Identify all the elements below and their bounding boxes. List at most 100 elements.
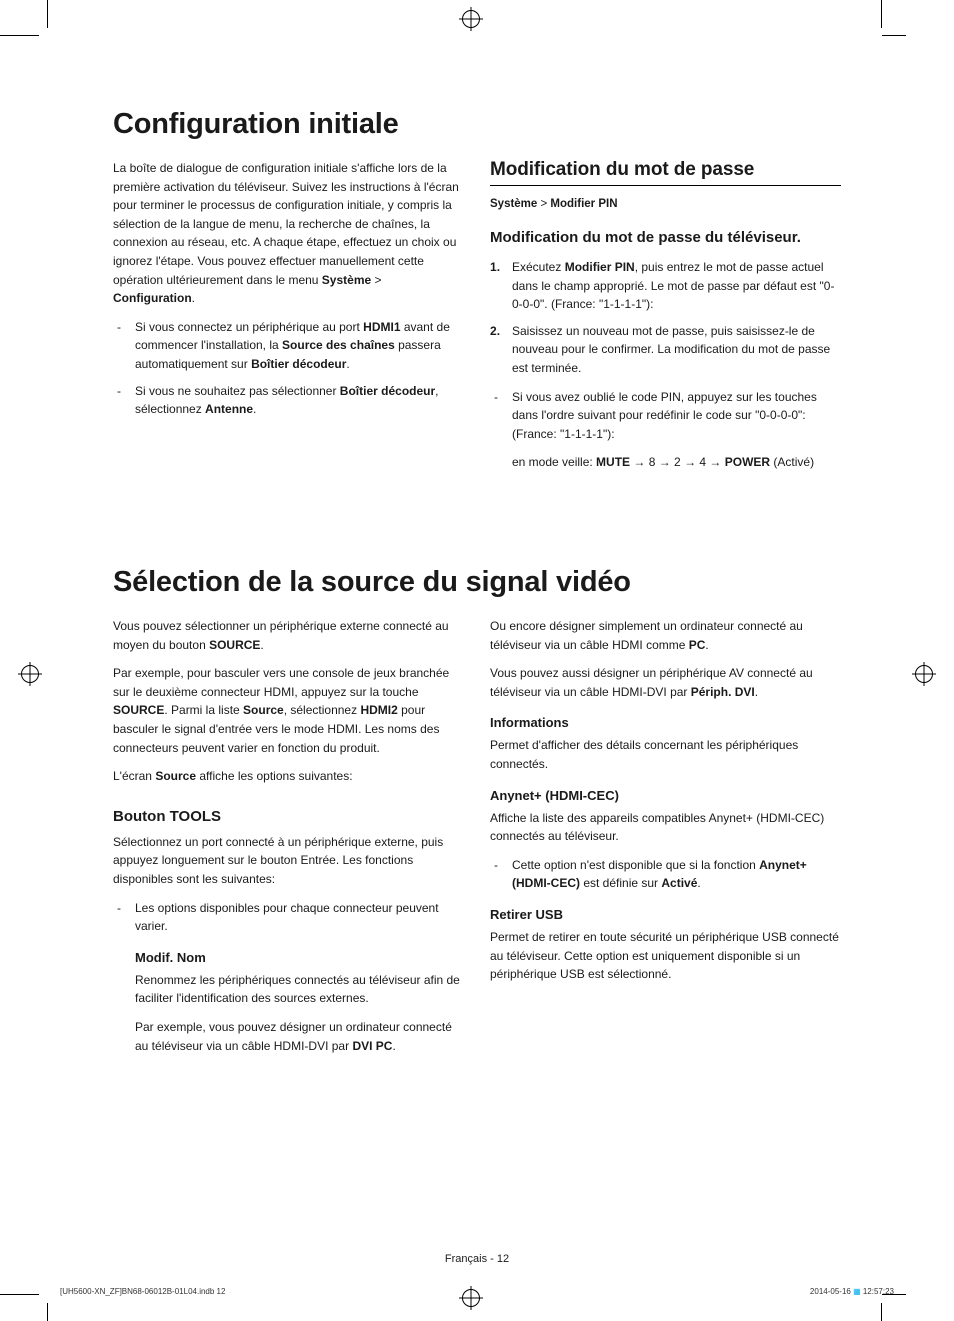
- intro-paragraph: La boîte de dialogue de configuration in…: [113, 159, 464, 308]
- label-hdmi1: HDMI1: [363, 320, 400, 334]
- paragraph: Affiche la liste des appareils compatibl…: [490, 809, 841, 846]
- label-source-chaines: Source des chaînes: [282, 338, 395, 352]
- color-chip-icon: ▦: [853, 1287, 863, 1296]
- paragraph: Par exemple, pour basculer vers une cons…: [113, 664, 464, 757]
- section1-col-right: Modification du mot de passe Système > M…: [490, 159, 841, 482]
- label-source-btn: SOURCE: [113, 703, 164, 717]
- list-item: Saisissez un nouveau mot de passe, puis …: [508, 322, 841, 378]
- crop-mark: [881, 1303, 882, 1321]
- list-item: Si vous ne souhaitez pas sélectionner Bo…: [131, 382, 464, 419]
- label-systeme: Système: [322, 273, 371, 287]
- heading-modif-mdp: Modification du mot de passe: [490, 159, 841, 186]
- label-dvi-pc: DVI PC: [352, 1039, 392, 1053]
- crop-mark: [881, 0, 882, 28]
- text: .: [755, 685, 758, 699]
- text: .: [392, 1039, 395, 1053]
- paragraph: Vous pouvez aussi désigner un périphériq…: [490, 664, 841, 701]
- heading-retirer-usb: Retirer USB: [490, 907, 841, 922]
- tools-bullets: Les options disponibles pour chaque conn…: [113, 899, 464, 936]
- text: Saisissez un nouveau mot de passe, puis …: [512, 324, 830, 375]
- crop-mark: [0, 35, 39, 36]
- label-source-btn: SOURCE: [209, 638, 260, 652]
- label-periph-dvi: Périph. DVI: [691, 685, 755, 699]
- registration-mark-icon: [915, 665, 933, 683]
- text: Si vous avez oublié le code PIN, appuyez…: [512, 390, 817, 441]
- paragraph: Permet d'afficher des détails concernant…: [490, 736, 841, 773]
- footer-timestamp: 2014-05-16 ▦ 12:57:23: [810, 1287, 894, 1296]
- crop-mark: [882, 35, 906, 36]
- text: .: [705, 638, 708, 652]
- text: L'écran: [113, 769, 155, 783]
- label-pc: PC: [689, 638, 706, 652]
- text: .: [192, 291, 195, 305]
- section-title-configuration: Configuration initiale: [113, 108, 841, 141]
- list-item: Les options disponibles pour chaque conn…: [131, 899, 464, 936]
- modif-nom-block: Modif. Nom Renommez les périphériques co…: [135, 950, 464, 1055]
- text: Cette option n'est disponible que si la …: [512, 858, 759, 872]
- label-boitier: Boîtier décodeur: [251, 357, 346, 371]
- text: est définie sur: [580, 876, 661, 890]
- text: .: [697, 876, 700, 890]
- breadcrumb-sep: >: [537, 198, 550, 210]
- registration-mark-icon: [21, 665, 39, 683]
- subheading-modif-mdp-tv: Modification du mot de passe du télévise…: [490, 228, 841, 248]
- section-title-selection-source: Sélection de la source du signal vidéo: [113, 566, 841, 599]
- list-item: Exécutez Modifier PIN, puis entrez le mo…: [508, 258, 841, 314]
- section1-col-left: La boîte de dialogue de configuration in…: [113, 159, 464, 482]
- intro-text: La boîte de dialogue de configuration in…: [113, 161, 459, 287]
- label-hdmi2: HDMI2: [360, 703, 397, 717]
- crop-mark: [47, 1303, 48, 1321]
- text: en mode veille:: [512, 455, 596, 469]
- text: Si vous ne souhaitez pas sélectionner: [135, 384, 340, 398]
- heading-tools: Bouton TOOLS: [113, 808, 464, 825]
- section2-col-left: Vous pouvez sélectionner un périphérique…: [113, 617, 464, 1065]
- heading-informations: Informations: [490, 715, 841, 730]
- intro-bullets: Si vous connectez un périphérique au por…: [113, 318, 464, 419]
- text: Par exemple, pour basculer vers une cons…: [113, 666, 449, 699]
- crop-mark: [47, 0, 48, 28]
- footer-filename: [UH5600-XN_ZF]BN68-06012B-01L04.indb 12: [60, 1287, 225, 1296]
- text: .: [346, 357, 349, 371]
- label-configuration: Configuration: [113, 291, 192, 305]
- label-antenne: Antenne: [205, 402, 253, 416]
- label-source: Source: [155, 769, 196, 783]
- paragraph: Permet de retirer en toute sécurité un p…: [490, 928, 841, 984]
- text: , sélectionnez: [284, 703, 361, 717]
- label-modifier-pin: Modifier PIN: [565, 260, 635, 274]
- page-footer: Français - 12: [0, 1253, 954, 1265]
- breadcrumb-modifier-pin: Modifier PIN: [550, 198, 617, 210]
- registration-mark-icon: [462, 10, 480, 28]
- key-sequence: → 8 → 2 → 4 →: [630, 455, 725, 469]
- paragraph: Vous pouvez sélectionner un périphérique…: [113, 617, 464, 654]
- label-mute: MUTE: [596, 455, 630, 469]
- tools-desc: Sélectionnez un port connecté à un périp…: [113, 833, 464, 889]
- list-item: Si vous avez oublié le code PIN, appuyez…: [508, 388, 841, 444]
- text: Ou encore désigner simplement un ordinat…: [490, 619, 803, 652]
- crop-mark: [0, 1294, 39, 1295]
- forgot-bullet: Si vous avez oublié le code PIN, appuyez…: [490, 388, 841, 444]
- paragraph: Renommez les périphériques connectés au …: [135, 971, 464, 1008]
- page-content: Configuration initiale La boîte de dialo…: [113, 108, 841, 1065]
- heading-anynet: Anynet+ (HDMI-CEC): [490, 788, 841, 803]
- footer-date: 2014-05-16: [810, 1287, 853, 1296]
- text: affiche les options suivantes:: [196, 769, 353, 783]
- document-page: Configuration initiale La boîte de dialo…: [0, 0, 954, 1321]
- text: Si vous connectez un périphérique au por…: [135, 320, 363, 334]
- password-steps: Exécutez Modifier PIN, puis entrez le mo…: [490, 258, 841, 378]
- section2-col-right: Ou encore désigner simplement un ordinat…: [490, 617, 841, 1065]
- text: .: [253, 402, 256, 416]
- label-active: Activé: [661, 876, 697, 890]
- paragraph: Ou encore désigner simplement un ordinat…: [490, 617, 841, 654]
- breadcrumb: Système > Modifier PIN: [490, 196, 841, 214]
- section1-columns: La boîte de dialogue de configuration in…: [113, 159, 841, 482]
- heading-modif-nom: Modif. Nom: [135, 950, 464, 965]
- paragraph: Par exemple, vous pouvez désigner un ord…: [135, 1018, 464, 1055]
- label-source: Source: [243, 703, 284, 717]
- paragraph: L'écran Source affiche les options suiva…: [113, 767, 464, 786]
- text: Vous pouvez aussi désigner un périphériq…: [490, 666, 813, 699]
- breadcrumb-systeme: Système: [490, 198, 537, 210]
- registration-mark-icon: [462, 1289, 480, 1307]
- section-selection-source: Sélection de la source du signal vidéo V…: [113, 566, 841, 1065]
- breadcrumb-sep: >: [371, 273, 381, 287]
- standby-sequence: en mode veille: MUTE → 8 → 2 → 4 → POWER…: [512, 453, 841, 472]
